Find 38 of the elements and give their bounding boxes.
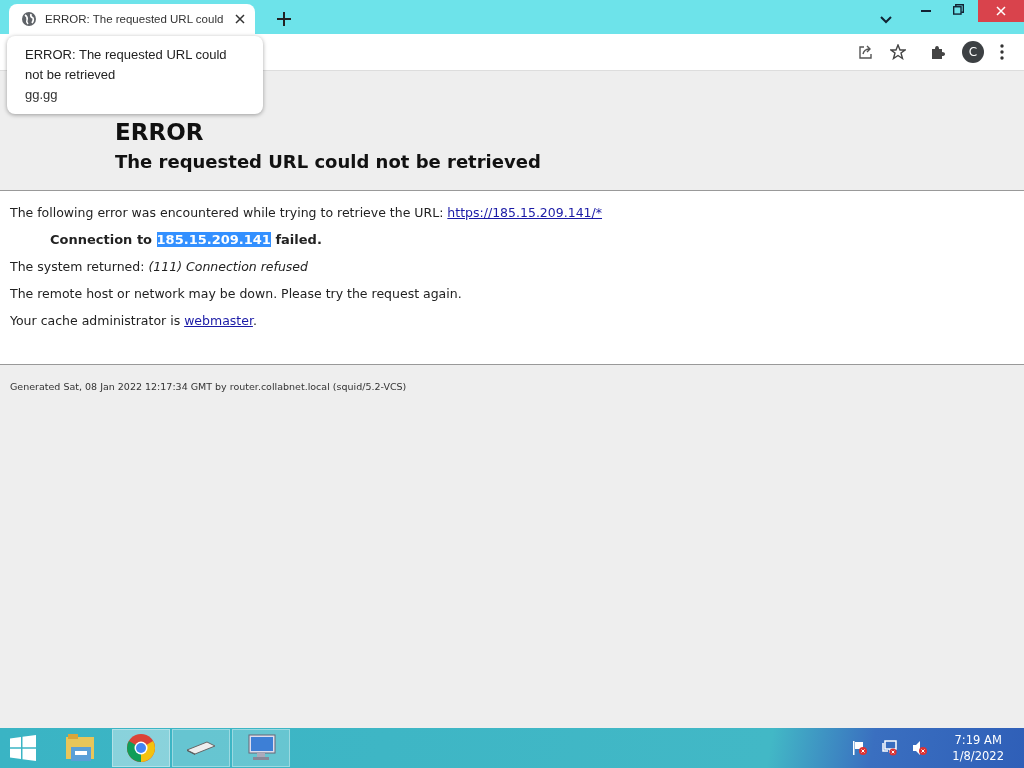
puzzle-icon[interactable] xyxy=(930,44,946,60)
close-icon xyxy=(996,6,1006,16)
browser-tab[interactable]: ERROR: The requested URL could xyxy=(9,4,255,34)
advice-text: The remote host or network may be down. Please try the request again. xyxy=(10,286,463,302)
taskbar-app[interactable] xyxy=(172,729,230,767)
system-returned: The system returned: (111) Connection refused xyxy=(10,259,309,275)
chrome-icon xyxy=(126,733,156,763)
clock-time[interactable]: 7:19 AM xyxy=(954,732,1002,748)
error-subheading: The requested URL could not be retrieved xyxy=(115,151,542,173)
error-intro: The following error was encountered while trying to retrieve the URL: https://185.15.209.141/* xyxy=(10,205,603,221)
tooltip-title: ERROR: The requested URL could not be retrieved xyxy=(25,46,228,84)
globe-icon xyxy=(21,11,37,27)
share-icon[interactable] xyxy=(858,44,874,60)
keyboard-icon xyxy=(185,740,217,756)
monitor-icon xyxy=(245,733,277,763)
chevron-down-icon[interactable] xyxy=(880,16,892,24)
menu-icon[interactable] xyxy=(1000,44,1004,60)
taskbar-app[interactable] xyxy=(112,729,170,767)
url-link[interactable]: https://185.15.209.141/* xyxy=(447,205,602,220)
profile-avatar[interactable]: C xyxy=(962,41,984,63)
network-warning-icon[interactable] xyxy=(882,740,899,756)
star-icon[interactable] xyxy=(890,44,906,60)
flag-warning-icon[interactable] xyxy=(852,740,869,756)
webmaster-link[interactable]: webmaster xyxy=(184,313,253,328)
new-tab-icon[interactable] xyxy=(277,12,291,26)
restore-icon[interactable] xyxy=(953,4,964,15)
close-icon[interactable] xyxy=(235,14,245,24)
failure-message: Connection to 185.15.209.141 failed. xyxy=(50,232,323,248)
tooltip-host: gg.gg xyxy=(25,87,59,102)
windows-start-icon[interactable] xyxy=(10,735,36,761)
taskbar-app[interactable] xyxy=(232,729,290,767)
speaker-muted-icon[interactable] xyxy=(912,740,929,756)
error-heading: ERROR xyxy=(115,119,205,145)
tab-title: ERROR: The requested URL could xyxy=(45,13,225,25)
folder-icon xyxy=(65,733,97,763)
admin-text: Your cache administrator is webmaster. xyxy=(10,313,258,329)
clock-date[interactable]: 1/8/2022 xyxy=(952,748,1004,764)
generated-footer: Generated Sat, 08 Jan 2022 12:17:34 GMT by router.collabnet.local (squid/5.2-VCS) xyxy=(10,381,407,392)
